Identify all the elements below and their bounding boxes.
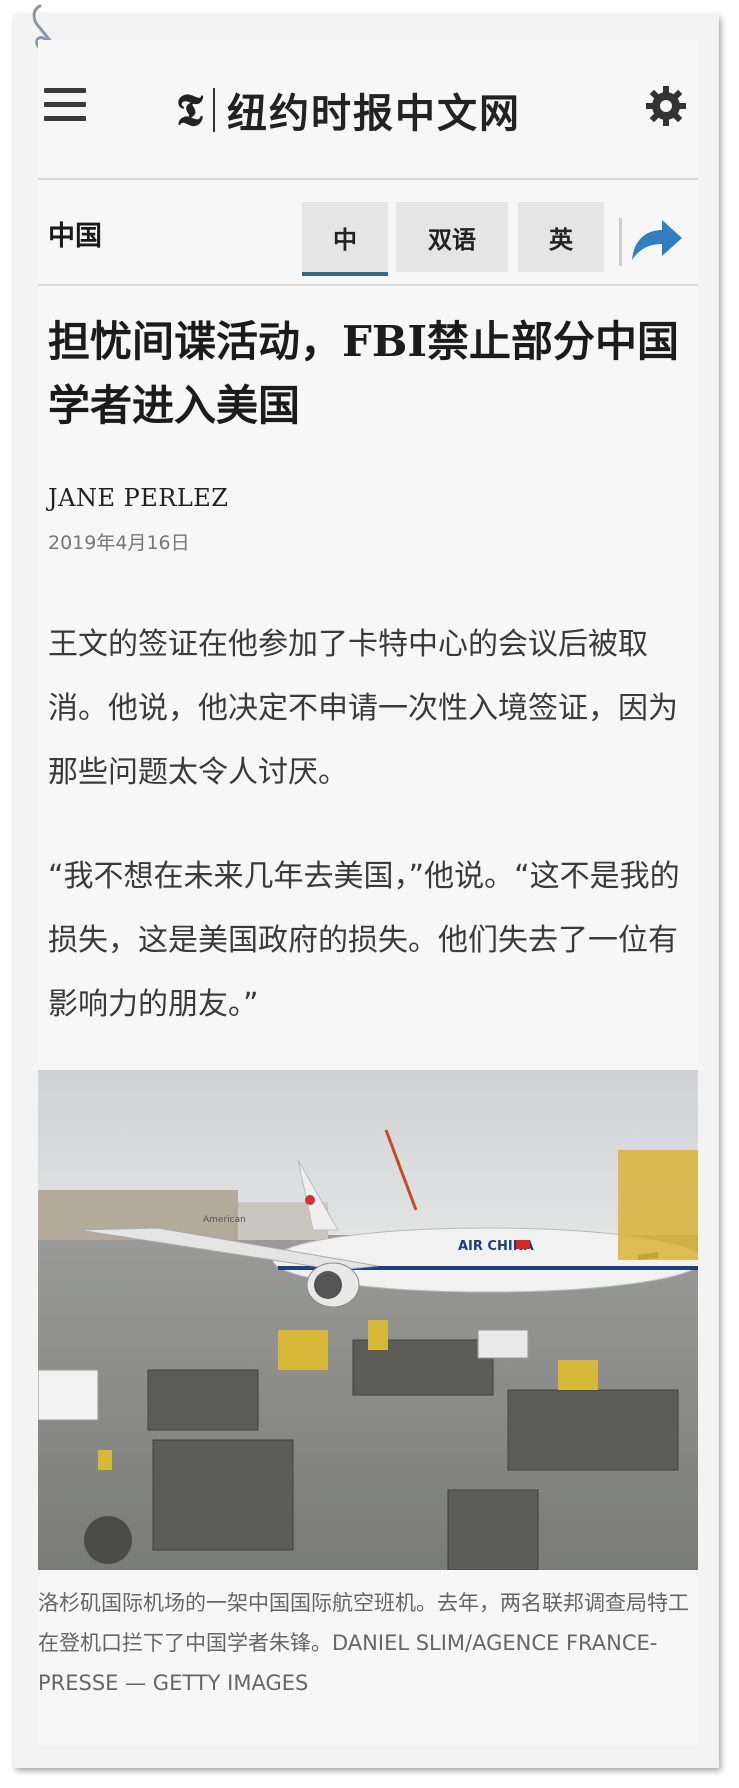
gear-icon[interactable] bbox=[644, 84, 688, 128]
top-bar: 𝕿 纽约时报中文网 bbox=[38, 40, 698, 180]
article-paragraph: 王文的签证在他参加了卡特中心的会议后被取消。他说，他决定不申请一次性入境签证，因… bbox=[48, 627, 678, 790]
tab-bilingual[interactable]: 双语 bbox=[396, 202, 508, 272]
section-nav: 中国 中 双语 英 bbox=[38, 180, 698, 286]
tab-chinese[interactable]: 中 bbox=[302, 202, 388, 276]
brand-mark: 𝕿 bbox=[176, 84, 204, 136]
article-screen: 𝕿 纽约时报中文网 中国 中 双语 英 担忧间谍活动，FBI禁止部分中国学者进入… bbox=[38, 40, 698, 1745]
brand-name: 纽约时报中文网 bbox=[227, 90, 522, 137]
article-headline: 担忧间谍活动，FBI禁止部分中国学者进入美国 bbox=[48, 317, 679, 430]
article-paragraph: “我不想在未来几年去美国，”他说。“这不是我的损失，这是美国政府的损失。他们失去… bbox=[48, 859, 680, 1022]
photo-caption: 洛杉矶国际机场的一架中国国际航空班机。去年，两名联邦调查局特工在登机口拦下了中国… bbox=[38, 1591, 689, 1695]
author-byline[interactable]: JANE PERLEZ bbox=[48, 484, 688, 512]
site-logo[interactable]: 𝕿 纽约时报中文网 bbox=[176, 80, 521, 140]
section-label[interactable]: 中国 bbox=[48, 214, 102, 253]
menu-icon[interactable] bbox=[44, 88, 86, 122]
publish-date: 2019年4月16日 bbox=[48, 532, 190, 554]
share-arrow-icon[interactable] bbox=[628, 216, 684, 264]
terminal-sign: American bbox=[203, 1215, 246, 1225]
nav-divider bbox=[619, 218, 622, 266]
tab-english[interactable]: 英 bbox=[518, 202, 604, 272]
brand-divider bbox=[213, 88, 216, 132]
article-photo[interactable]: American AIR CHINA bbox=[38, 1070, 698, 1570]
